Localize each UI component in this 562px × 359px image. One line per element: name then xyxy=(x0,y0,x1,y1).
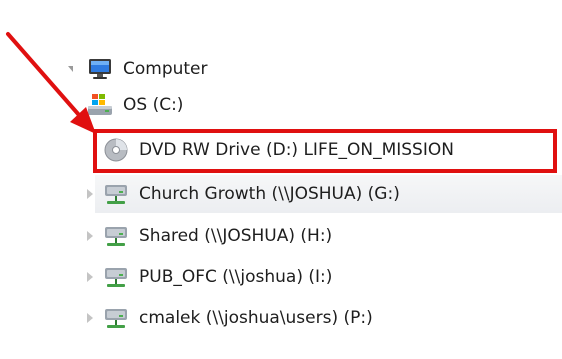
tree-item-drive-i[interactable]: PUB_OFC (\\joshua) (I:) xyxy=(87,260,537,294)
network-drive-icon xyxy=(103,265,129,291)
network-drive-icon xyxy=(103,306,129,332)
tree-item-drive-c[interactable]: OS (C:) xyxy=(87,88,387,122)
navigation-tree: Computer OS (C:) DVD RW Drive (D:) LIFE_… xyxy=(0,0,562,359)
network-drive-icon xyxy=(103,224,129,250)
tree-item-label: Computer xyxy=(123,59,208,79)
computer-monitor-icon xyxy=(87,56,113,82)
expand-arrow-icon[interactable] xyxy=(87,272,93,282)
windows-drive-icon xyxy=(87,92,113,118)
tree-item-drive-g[interactable]: Church Growth (\\JOSHUA) (G:) xyxy=(87,177,537,211)
tree-item-drive-h[interactable]: Shared (\\JOSHUA) (H:) xyxy=(87,219,537,253)
tree-item-label: OS (C:) xyxy=(123,95,184,115)
expand-arrow-icon[interactable] xyxy=(87,231,93,241)
tree-item-label: Shared (\\JOSHUA) (H:) xyxy=(139,226,333,246)
tree-item-drive-p[interactable]: cmalek (\\joshua\users) (P:) xyxy=(87,301,537,335)
expand-arrow-icon[interactable] xyxy=(87,313,93,323)
network-drive-icon xyxy=(103,182,129,208)
annotation-highlight-box xyxy=(93,129,557,173)
expand-arrow-icon[interactable] xyxy=(87,189,93,199)
tree-item-label: PUB_OFC (\\joshua) (I:) xyxy=(139,267,333,287)
tree-item-label: Church Growth (\\JOSHUA) (G:) xyxy=(139,184,400,204)
tree-item-computer[interactable]: Computer xyxy=(60,52,360,86)
tree-item-label: cmalek (\\joshua\users) (P:) xyxy=(139,308,373,328)
expand-arrow-icon[interactable] xyxy=(68,66,73,72)
